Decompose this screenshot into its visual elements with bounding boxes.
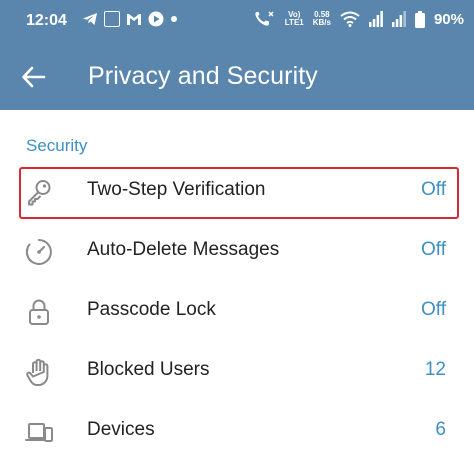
key-icon	[28, 180, 51, 206]
telegram-notification-icon	[83, 13, 97, 25]
row-label: Passcode Lock	[87, 299, 216, 320]
row-value: Off	[421, 299, 446, 320]
row-label: Devices	[87, 419, 155, 440]
network-speed: 0.58 KB/s	[312, 10, 331, 27]
row-label: Two-Step Verification	[87, 179, 266, 200]
auto-delete-messages-row[interactable]: Auto-Delete Messages Off	[0, 222, 474, 282]
signal-icon-1	[368, 11, 383, 27]
blocked-users-row[interactable]: Blocked Users 12	[0, 342, 474, 402]
network-type: Vo) LTE1	[284, 10, 304, 27]
two-step-verification-row[interactable]: Two-Step Verification Off	[0, 162, 474, 222]
signal-icon-2	[391, 11, 406, 27]
timer-icon	[25, 239, 52, 265]
settings-list: Security Two-Step Verification Off Auto-…	[0, 110, 474, 463]
battery-percent: 90%	[433, 10, 464, 28]
wifi-icon	[340, 11, 360, 27]
play-notification-icon	[148, 11, 164, 27]
section-header-security: Security	[26, 136, 88, 155]
passcode-lock-row[interactable]: Passcode Lock Off	[0, 282, 474, 342]
battery-icon	[414, 10, 425, 28]
row-value: 12	[424, 359, 446, 380]
hand-icon	[26, 358, 49, 386]
gmail-notification-icon	[127, 14, 141, 25]
status-bar: 12:04 Vo) LTE1 0.58 KB/s 90%	[0, 0, 474, 42]
back-arrow-icon[interactable]	[20, 63, 48, 91]
notification-icons	[82, 11, 178, 27]
volte-call-icon	[255, 11, 274, 26]
status-time: 12:04	[26, 12, 67, 29]
dot-icon	[171, 16, 177, 22]
system-status: Vo) LTE1 0.58 KB/s 90%	[254, 10, 464, 28]
devices-icon	[25, 423, 53, 442]
row-value: 6	[435, 419, 446, 440]
lock-icon	[29, 299, 49, 325]
row-value: Off	[421, 179, 446, 200]
app-header: 12:04 Vo) LTE1 0.58 KB/s 90% Privacy and…	[0, 0, 474, 110]
row-label: Auto-Delete Messages	[87, 239, 280, 260]
page-title: Privacy and Security	[88, 62, 318, 90]
devices-row[interactable]: Devices 6	[0, 402, 474, 462]
app-notification-icon	[104, 11, 120, 27]
row-value: Off	[421, 239, 446, 260]
row-label: Blocked Users	[87, 359, 210, 380]
